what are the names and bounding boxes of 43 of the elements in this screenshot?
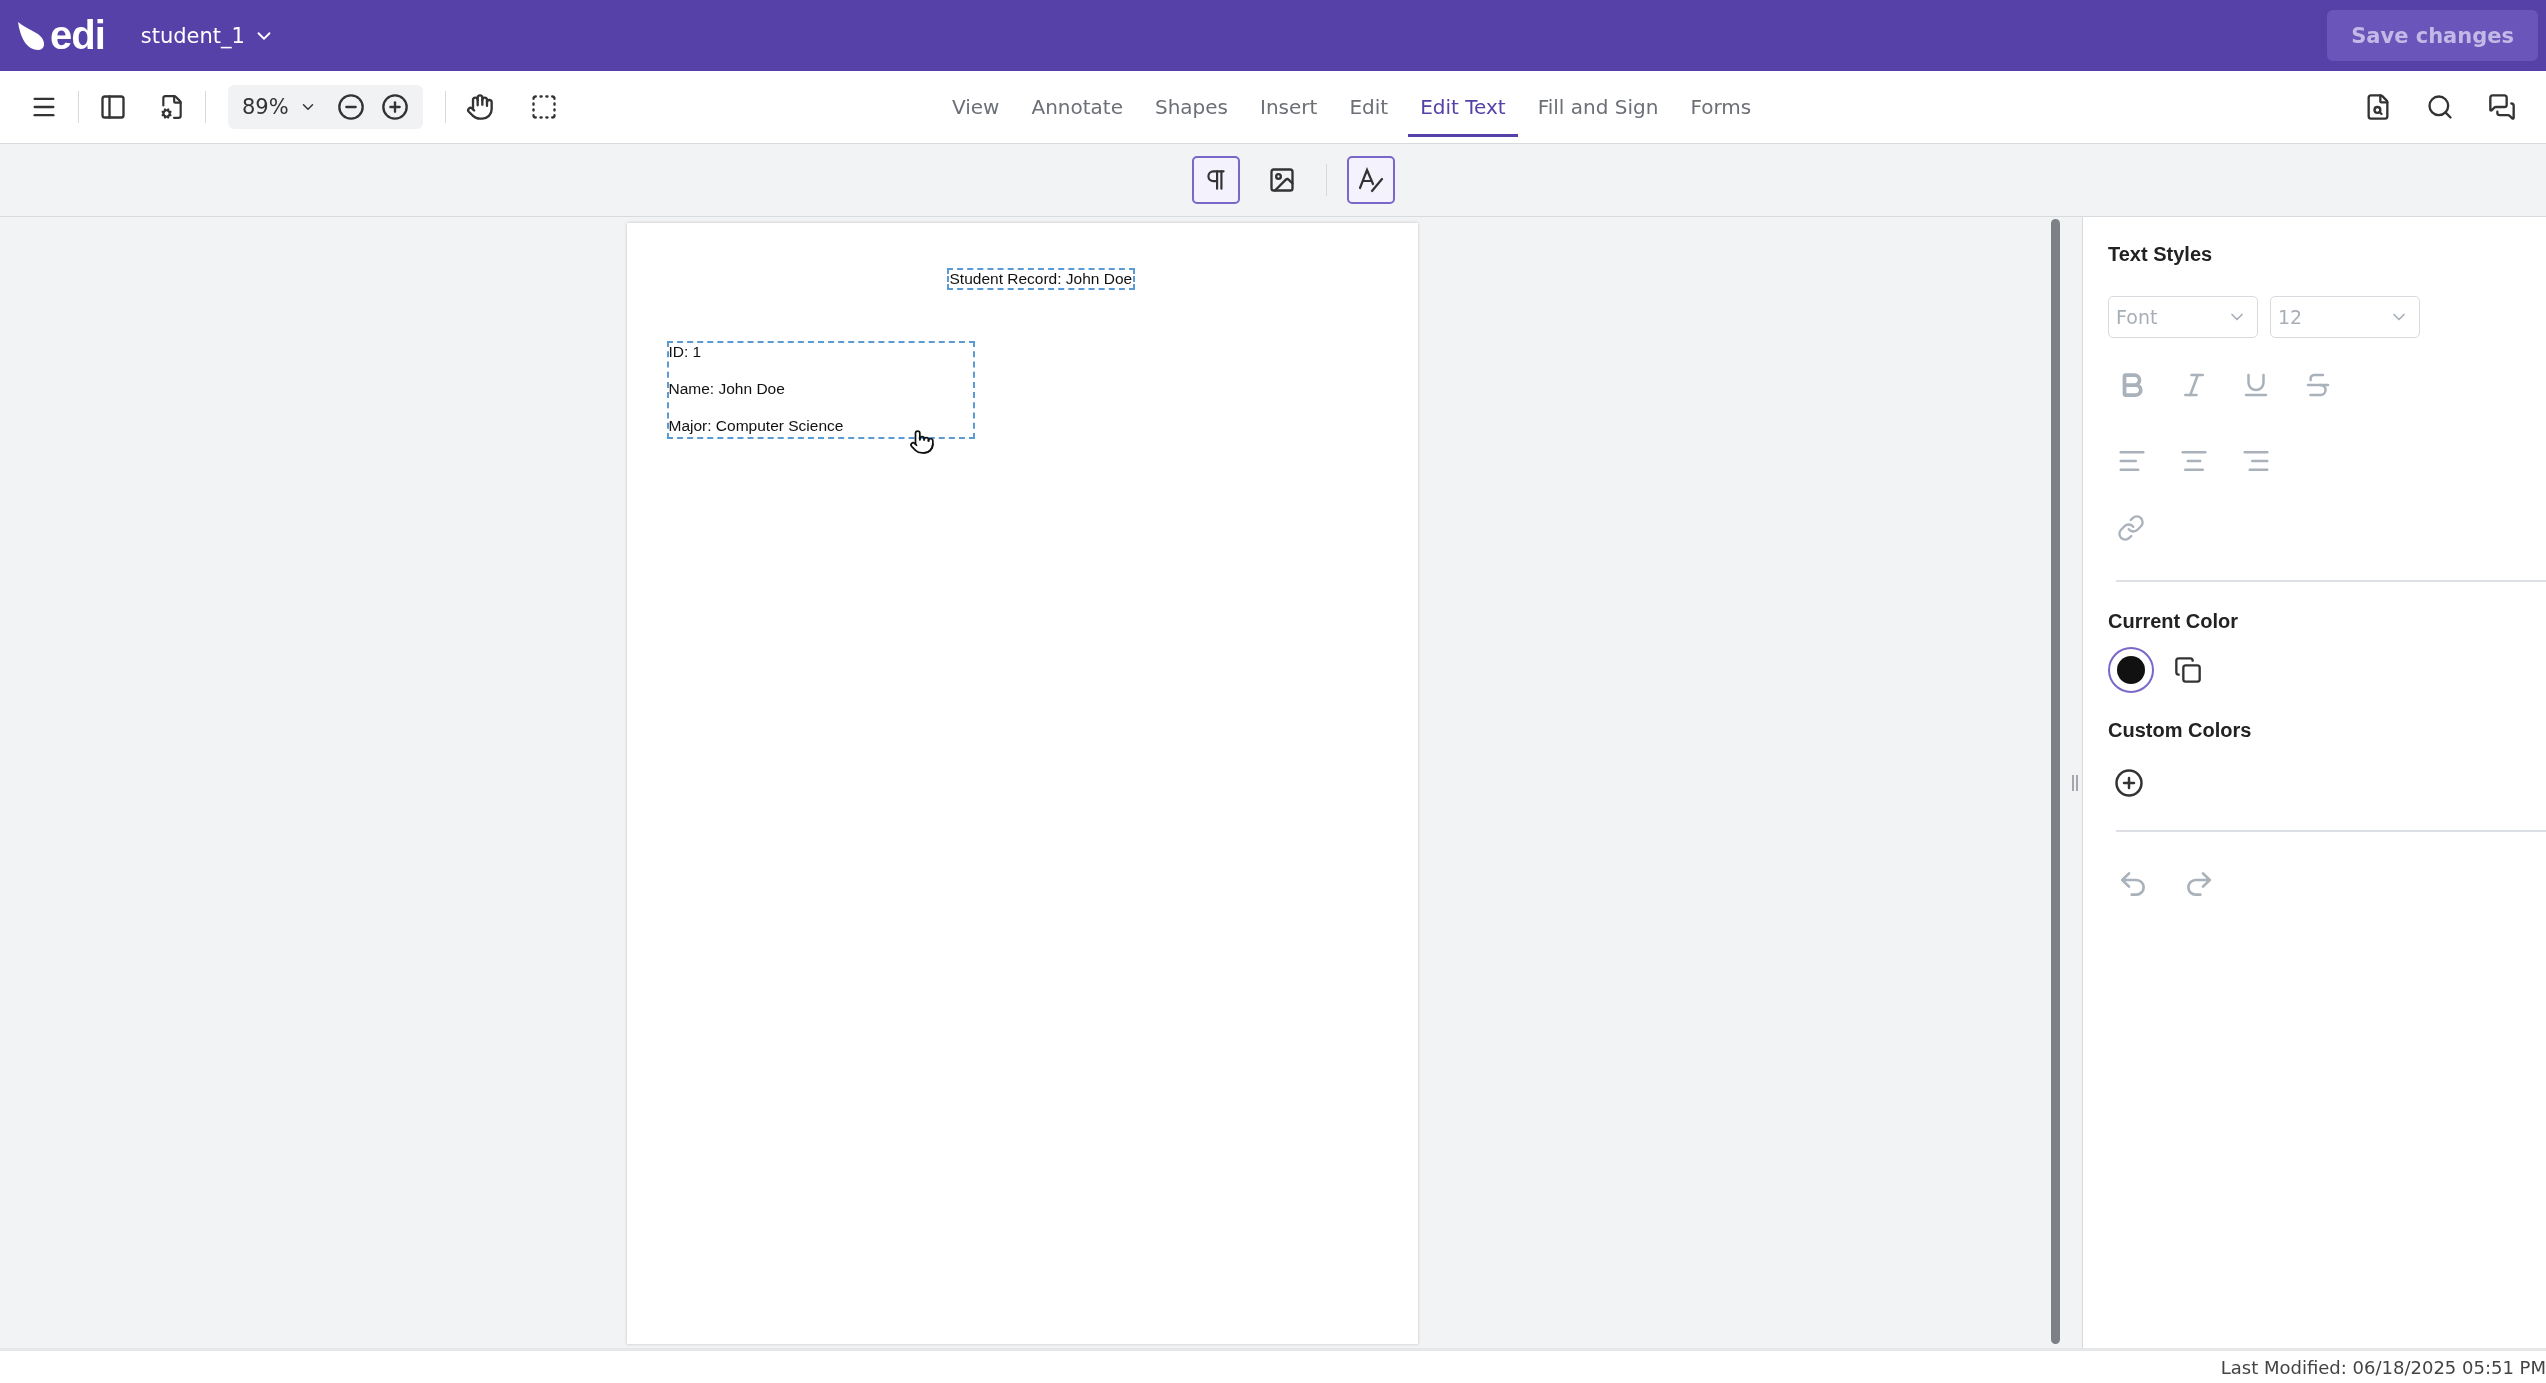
plus-circle-icon — [380, 93, 409, 121]
menu-tab[interactable]: Insert — [1248, 77, 1330, 137]
text-pen-icon — [1356, 166, 1385, 194]
section-heading: Text Styles — [2108, 243, 2214, 266]
font-size-value: 12 — [2278, 306, 2303, 328]
menu-tab[interactable]: Forms — [1678, 77, 1764, 137]
menu-tab[interactable]: Edit Text — [1408, 77, 1518, 137]
resize-handle-icon[interactable] — [2070, 774, 2079, 791]
paragraph-tool-button[interactable] — [1191, 156, 1240, 204]
leaf-logo-icon — [16, 19, 46, 52]
font-placeholder: Font — [2116, 306, 2158, 328]
image-icon — [1267, 166, 1296, 194]
hand-pointer-icon — [908, 429, 935, 455]
section-heading: Current Color — [2108, 610, 2239, 633]
text-style-tool-button[interactable] — [1346, 156, 1395, 204]
document-text-line: ID: 1 — [668, 343, 702, 361]
search-icon — [2426, 93, 2454, 121]
add-color-button[interactable] — [2114, 768, 2144, 798]
hand-icon — [465, 93, 494, 121]
menu-tab[interactable]: Annotate — [1019, 77, 1135, 137]
panel-left-icon — [99, 93, 127, 121]
logo-text: edi — [50, 13, 105, 58]
document-text-line: Major: Computer Science — [668, 417, 844, 435]
text-block[interactable]: ID: 1 Name: John Doe Major: Computer Science — [666, 341, 975, 439]
menu-tab[interactable]: Edit — [1337, 77, 1401, 137]
copy-color-button[interactable] — [2174, 656, 2202, 684]
minus-circle-icon — [336, 93, 365, 121]
menu-tab[interactable]: Shapes — [1143, 77, 1241, 137]
document-title[interactable]: Student Record: John Doe — [946, 268, 1136, 290]
link-icon — [2117, 514, 2145, 542]
copy-icon — [2174, 656, 2202, 684]
document-gear-icon — [159, 94, 185, 120]
scrollbar-thumb[interactable] — [2051, 219, 2060, 1344]
menu-tab[interactable]: Fill and Sign — [1525, 77, 1671, 137]
current-color-swatch[interactable] — [2108, 647, 2154, 693]
dashed-square-icon — [529, 93, 558, 121]
menu-tab[interactable]: View — [940, 77, 1012, 137]
last-modified-text: Last Modified: 06/18/2025 05:51 PM — [2220, 1356, 2546, 1378]
plus-circle-icon — [2114, 768, 2144, 798]
document-text-line: Name: John Doe — [668, 380, 785, 398]
speech-bubbles-icon — [2488, 93, 2516, 121]
document-name-dropdown[interactable]: student_1 — [140, 23, 275, 48]
section-heading: Custom Colors — [2108, 719, 2253, 742]
